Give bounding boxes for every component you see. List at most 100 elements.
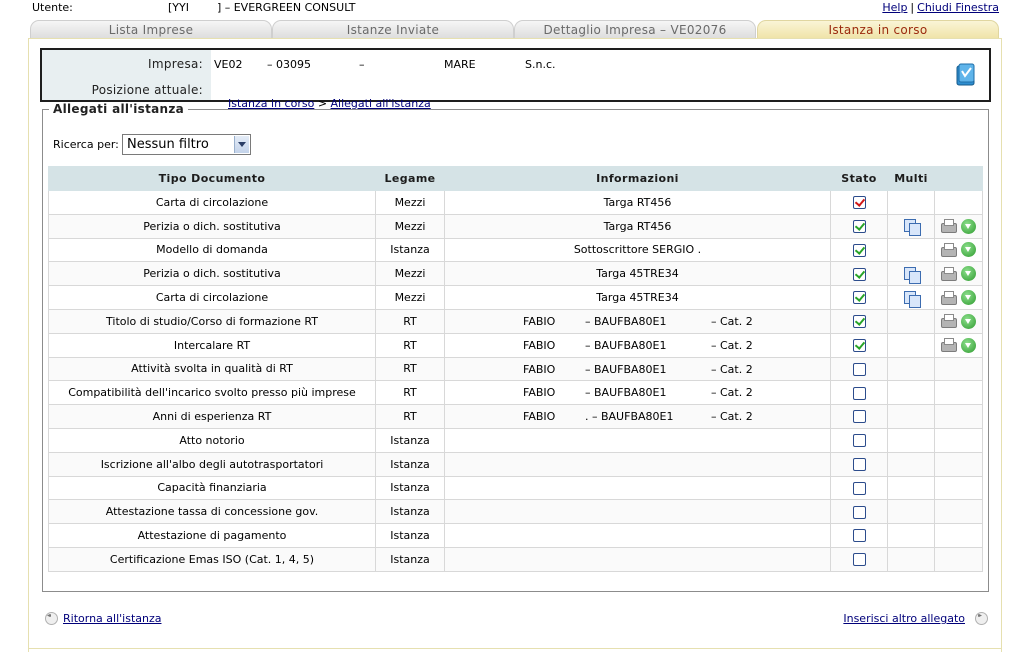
copy-pages-icon[interactable] [902, 290, 921, 308]
informazioni-text: Targa RT456 [603, 195, 672, 209]
cell-tipo-documento: Titolo di studio/Corso di formazione RT [48, 308, 376, 334]
forward-arrow-icon[interactable] [975, 612, 988, 625]
cell-actions [934, 237, 983, 263]
download-icon[interactable] [961, 242, 976, 258]
status-empty-checkbox[interactable] [852, 505, 866, 519]
cell-multi [887, 285, 935, 310]
status-empty-checkbox[interactable] [852, 457, 866, 471]
cell-legame: Istanza [375, 546, 445, 572]
cell-tipo-documento: Compatibilità dell'incarico svolto press… [48, 380, 376, 406]
legame-text: RT [403, 362, 417, 376]
copy-pages-icon[interactable] [902, 266, 921, 284]
cell-multi [887, 356, 935, 382]
tipo-documento-text: Compatibilità dell'incarico svolto press… [68, 386, 356, 400]
cell-actions [934, 427, 983, 453]
help-link[interactable]: Help [882, 1, 907, 14]
tab-bar: Lista Imprese Istanze Inviate Dettaglio … [30, 20, 999, 39]
rt-category: – Cat. 2 [711, 338, 753, 352]
cell-actions [934, 499, 983, 525]
status-empty-checkbox[interactable] [852, 529, 866, 543]
download-icon[interactable] [961, 266, 976, 282]
cell-multi [887, 380, 935, 406]
rt-fiscal-code: . – BAUFBA80E1 [585, 410, 674, 424]
cell-legame: Istanza [375, 451, 445, 477]
legame-text: Mezzi [394, 219, 426, 233]
rt-category: – Cat. 2 [711, 386, 753, 400]
cell-stato [830, 427, 888, 453]
cell-legame: RT [375, 308, 445, 334]
cell-stato [830, 404, 888, 429]
cell-legame: RT [375, 332, 445, 358]
tipo-documento-text: Capacità finanziaria [157, 481, 267, 495]
cell-informazioni [444, 523, 831, 548]
cell-informazioni: Targa 45TRE34 [444, 285, 831, 310]
print-icon[interactable] [941, 290, 957, 305]
cell-informazioni [444, 427, 831, 453]
download-icon[interactable] [961, 313, 976, 329]
legame-text: RT [403, 338, 417, 352]
print-icon[interactable] [941, 242, 957, 257]
tab-lista-imprese[interactable]: Lista Imprese [30, 20, 272, 39]
download-icon[interactable] [961, 337, 976, 353]
table-row: Perizia o dich. sostitutiva Mezzi Targa RT… [48, 213, 983, 239]
position-label: Posizione attuale: [91, 83, 203, 97]
cell-legame: Mezzi [375, 285, 445, 310]
status-empty-checkbox[interactable] [852, 386, 866, 400]
add-attachment-link[interactable]: Inserisci altro allegato [843, 612, 965, 625]
status-empty-checkbox[interactable] [852, 481, 866, 495]
cell-legame: RT [375, 356, 445, 382]
manual-book-icon[interactable] [955, 63, 977, 87]
download-icon[interactable] [961, 290, 976, 306]
cell-actions [934, 285, 983, 310]
cell-actions [934, 475, 983, 501]
status-empty-checkbox[interactable] [852, 434, 866, 448]
table-row: Certificazione Emas ISO (Cat. 1, 4, 5) Is… [48, 546, 983, 572]
rt-name: FABIO [523, 410, 556, 424]
status-empty-checkbox[interactable] [852, 410, 866, 424]
table-row: Capacità finanziaria Istanza [48, 475, 983, 501]
col-actions [934, 166, 983, 191]
close-window-link[interactable]: Chiudi Finestra [917, 1, 999, 14]
row-actions [941, 242, 976, 258]
tab-istanza-in-corso[interactable]: Istanza in corso [757, 20, 999, 39]
status-ok-checkbox[interactable] [852, 267, 866, 281]
cell-legame: RT [375, 380, 445, 406]
top-links: Help | Chiudi Finestra [882, 1, 999, 14]
status-error-checkbox[interactable] [852, 196, 866, 210]
cell-actions [934, 380, 983, 406]
cell-tipo-documento: Atto notorio [48, 427, 376, 453]
status-empty-checkbox[interactable] [852, 362, 866, 376]
bottom-navigation: Ritorna all'istanza Inserisci altro alle… [45, 612, 988, 630]
download-icon[interactable] [961, 218, 976, 234]
status-ok-checkbox[interactable] [852, 315, 866, 329]
table-row: Intercalare RT RT FABIO – BAUFBA80E1 – Cat. … [48, 332, 983, 358]
col-informazioni: Informazioni [444, 166, 831, 191]
cell-actions [934, 332, 983, 358]
copy-pages-icon[interactable] [902, 218, 921, 237]
back-to-instance-link[interactable]: Ritorna all'istanza [63, 612, 161, 625]
filter-selected-value: Nessun filtro [127, 137, 209, 152]
print-icon[interactable] [941, 338, 957, 353]
legame-text: RT [403, 410, 417, 424]
status-empty-checkbox[interactable] [852, 553, 866, 567]
status-ok-checkbox[interactable] [852, 291, 866, 305]
back-arrow-icon[interactable] [45, 612, 58, 625]
informazioni-text: Targa 45TRE34 [596, 291, 679, 305]
table-body: Carta di circolazione Mezzi Targa RT456 Per… [48, 190, 983, 572]
print-icon[interactable] [941, 314, 957, 329]
rt-fiscal-code: – BAUFBA80E1 [585, 314, 667, 328]
status-ok-checkbox[interactable] [852, 219, 866, 233]
legame-text: Mezzi [394, 267, 426, 281]
tipo-documento-text: Anni di esperienza RT [152, 410, 272, 424]
filter-select[interactable]: Nessun filtro [122, 134, 251, 155]
print-icon[interactable] [941, 219, 957, 234]
cell-multi [887, 427, 935, 453]
chevron-down-icon[interactable] [234, 136, 249, 153]
status-ok-checkbox[interactable] [852, 338, 866, 352]
tab-dettaglio-impresa[interactable]: Dettaglio Impresa – VE02076 [514, 20, 756, 39]
legame-text: Istanza [390, 529, 430, 543]
print-icon[interactable] [941, 266, 957, 281]
tab-istanze-inviate[interactable]: Istanze Inviate [272, 20, 514, 39]
cell-multi [887, 475, 935, 501]
status-ok-checkbox[interactable] [852, 243, 866, 257]
